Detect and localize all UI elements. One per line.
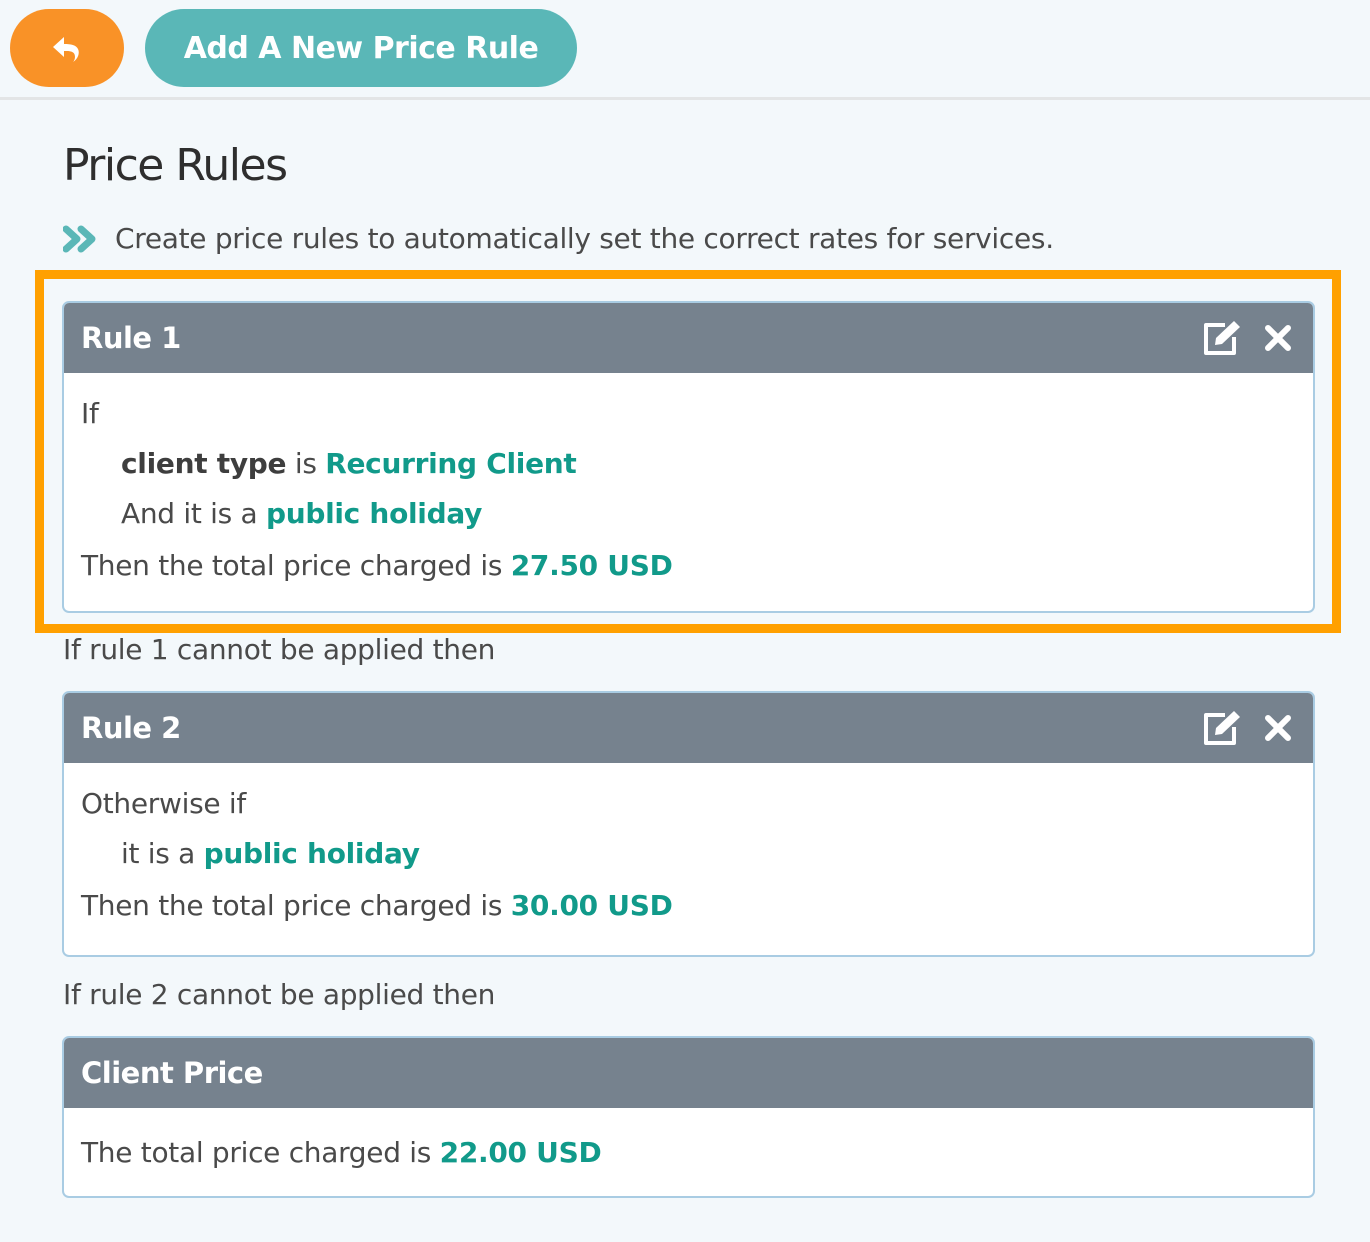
delete-rule-button[interactable] xyxy=(1257,319,1299,357)
page-title: Price Rules xyxy=(63,140,288,191)
rule-result: Then the total price charged is 30.00 US… xyxy=(81,881,1296,931)
result-value: 22.00 USD xyxy=(439,1136,602,1169)
edit-rule-button[interactable] xyxy=(1201,709,1243,747)
edit-rule-button[interactable] xyxy=(1201,319,1243,357)
condition-prefix: And it is a xyxy=(121,497,266,530)
rule-condition: it is a public holiday xyxy=(81,829,1296,879)
rule-condition: client type is Recurring Client xyxy=(81,439,1296,489)
rule-card-header: Rule 1 xyxy=(64,303,1313,373)
rule-title: Rule 2 xyxy=(81,711,181,745)
top-toolbar: Add A New Price Rule xyxy=(0,0,1370,100)
result-text: The total price charged is xyxy=(81,1136,440,1169)
client-price-title: Client Price xyxy=(81,1056,263,1090)
reply-arrow-icon xyxy=(53,37,79,62)
add-price-rule-button[interactable]: Add A New Price Rule xyxy=(145,9,577,87)
client-price-result: The total price charged is 22.00 USD xyxy=(81,1128,1296,1178)
rule-connector: If rule 2 cannot be applied then xyxy=(63,978,496,1011)
intro-text: Create price rules to automatically set … xyxy=(115,222,1054,255)
rule-lead: If xyxy=(81,397,99,430)
client-price-card: Client Price The total price charged is … xyxy=(62,1036,1315,1198)
rule-title: Rule 1 xyxy=(81,321,181,355)
result-value: 27.50 USD xyxy=(510,549,673,582)
rule-card-body: If client type is Recurring Client And i… xyxy=(64,373,1313,591)
rule-lead: Otherwise if xyxy=(81,787,246,820)
condition-value: public holiday xyxy=(265,497,483,530)
close-icon xyxy=(1265,325,1291,351)
condition-value: public holiday xyxy=(203,837,420,870)
client-price-body: The total price charged is 22.00 USD xyxy=(64,1108,1313,1178)
result-value: 30.00 USD xyxy=(510,889,673,922)
back-button[interactable] xyxy=(10,9,124,87)
edit-icon xyxy=(1204,711,1240,745)
rule-card-1: Rule 1 If client type is Recurring Clien… xyxy=(62,301,1315,613)
intro-hint: Create price rules to automatically set … xyxy=(63,222,1054,255)
condition-prefix: it is a xyxy=(121,837,204,870)
result-text: Then the total price charged is xyxy=(81,889,511,922)
client-price-header: Client Price xyxy=(64,1038,1313,1108)
rule-connector: If rule 1 cannot be applied then xyxy=(63,633,496,666)
rule-result: Then the total price charged is 27.50 US… xyxy=(81,541,1296,591)
rule-card-body: Otherwise if it is a public holiday Then… xyxy=(64,763,1313,931)
edit-icon xyxy=(1204,321,1240,355)
delete-rule-button[interactable] xyxy=(1257,709,1299,747)
rule-card-2: Rule 2 Otherwise if it is a public holid… xyxy=(62,691,1315,957)
condition-value: Recurring Client xyxy=(325,447,577,480)
close-icon xyxy=(1265,715,1291,741)
rule-card-header: Rule 2 xyxy=(64,693,1313,763)
condition-field: client type xyxy=(121,447,287,480)
rule-condition: And it is a public holiday xyxy=(81,489,1296,539)
condition-operator: is xyxy=(286,447,326,480)
result-text: Then the total price charged is xyxy=(81,549,511,582)
double-chevron-right-icon xyxy=(63,225,96,252)
